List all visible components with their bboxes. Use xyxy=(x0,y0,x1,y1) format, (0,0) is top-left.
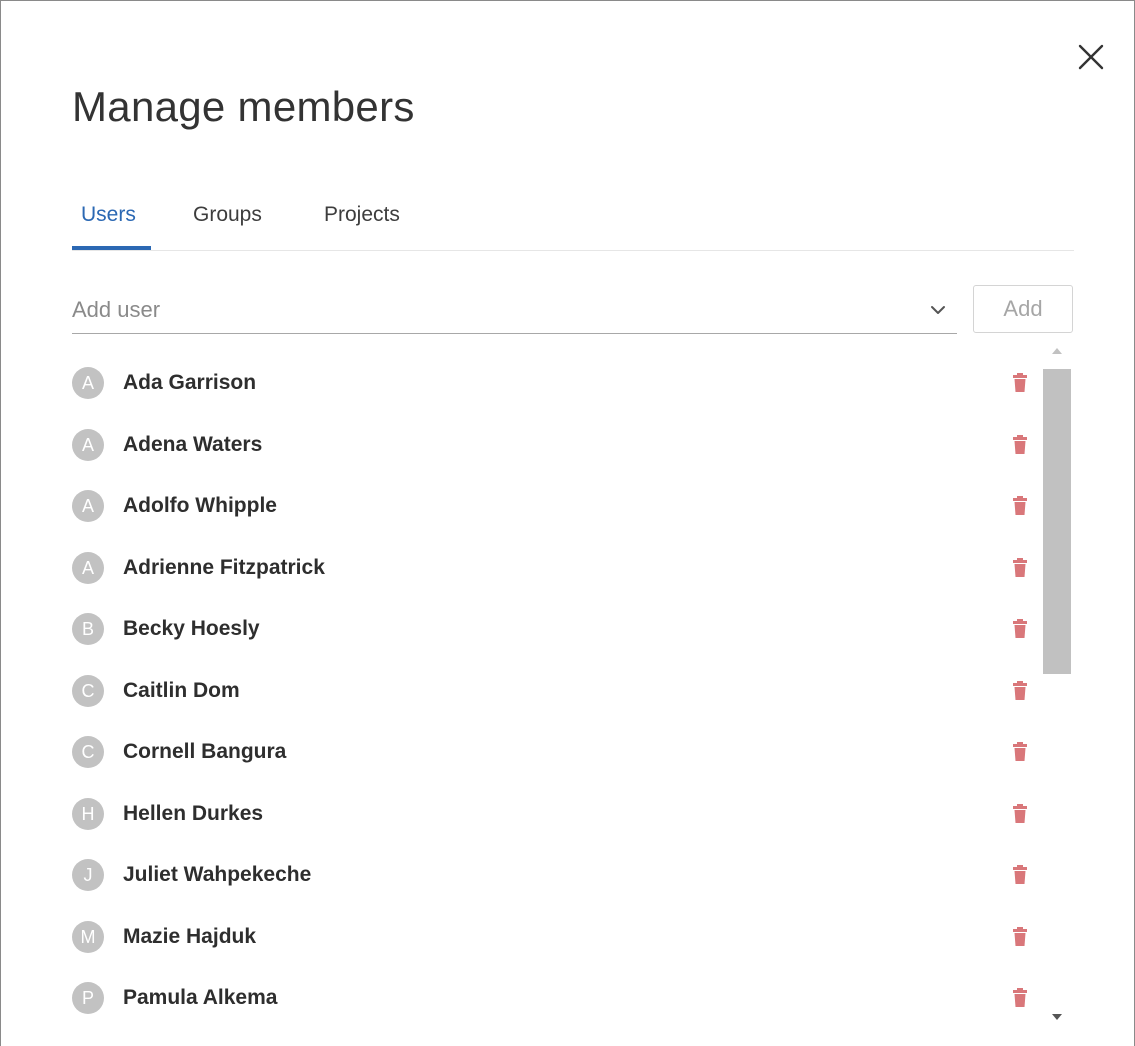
tab-projects-label: Projects xyxy=(324,203,400,226)
member-row: B Becky Hoesly xyxy=(72,597,1040,657)
member-row: J Juliet Wahpekeche xyxy=(72,843,1040,903)
trash-icon[interactable] xyxy=(1011,865,1029,885)
member-name: Cornell Bangura xyxy=(123,740,287,763)
member-name: Caitlin Dom xyxy=(123,678,240,702)
tab-bar: Users Groups Projects xyxy=(72,195,1074,251)
trash-icon[interactable] xyxy=(1011,926,1029,947)
trash-icon[interactable] xyxy=(1011,803,1029,824)
avatar: M xyxy=(72,920,104,953)
tab-groups[interactable]: Groups xyxy=(193,195,262,250)
member-row: A Adena Waters xyxy=(72,413,1040,473)
member-list-scrollbar[interactable] xyxy=(1042,341,1072,1046)
member-row: M Mazie Hajduk xyxy=(72,905,1040,965)
add-user-combobox[interactable] xyxy=(72,284,957,334)
add-user-row: Add xyxy=(72,284,1074,336)
member-row: A Adolfo Whipple xyxy=(72,474,1040,534)
member-row: C Cornell Bangura xyxy=(72,720,1040,780)
member-name: Ada Garrison xyxy=(123,371,257,394)
avatar: A xyxy=(72,490,104,522)
member-list: A Ada Garrison A Adena Waters A Adolfo Whippl… xyxy=(72,351,1040,1046)
add-button[interactable]: Add xyxy=(973,285,1073,333)
trash-icon[interactable] xyxy=(1011,496,1029,516)
member-name: Juliet Wahpekeche xyxy=(123,863,312,886)
trash-icon[interactable] xyxy=(1011,557,1029,578)
scrollbar-thumb[interactable] xyxy=(1043,369,1071,674)
tab-projects[interactable]: Projects xyxy=(324,195,400,250)
avatar: C xyxy=(72,674,104,707)
member-name: Adena Waters xyxy=(123,432,263,456)
chevron-down-icon[interactable] xyxy=(927,302,949,318)
avatar: A xyxy=(72,551,104,584)
member-row: A Adrienne Fitzpatrick xyxy=(72,536,1040,596)
manage-members-dialog: Manage members Users Groups Projects Add… xyxy=(0,0,1135,1046)
avatar: A xyxy=(72,428,104,461)
member-name: Adolfo Whipple xyxy=(123,494,277,517)
avatar: P xyxy=(72,982,104,1014)
tab-users[interactable]: Users xyxy=(72,195,151,250)
member-row: P Pamula Alkema xyxy=(72,966,1040,1026)
dialog-title: Manage members xyxy=(72,83,415,130)
add-user-input[interactable] xyxy=(72,292,892,328)
member-row: A Ada Garrison xyxy=(72,351,1040,411)
member-name: Mazie Hajduk xyxy=(123,924,257,948)
avatar: H xyxy=(72,797,104,830)
avatar: J xyxy=(72,859,104,891)
scroll-up-arrow-icon[interactable] xyxy=(1050,345,1064,357)
close-icon xyxy=(1078,44,1104,70)
member-row: C Caitlin Dom xyxy=(72,659,1040,719)
trash-icon[interactable] xyxy=(1011,988,1029,1008)
member-name: Pamula Alkema xyxy=(123,986,278,1009)
tab-users-label: Users xyxy=(81,203,136,226)
avatar: A xyxy=(72,367,104,399)
trash-icon[interactable] xyxy=(1011,373,1029,393)
trash-icon[interactable] xyxy=(1011,434,1029,455)
trash-icon[interactable] xyxy=(1011,619,1029,639)
trash-icon[interactable] xyxy=(1011,742,1029,762)
avatar: B xyxy=(72,613,104,645)
member-row: H Hellen Durkes xyxy=(72,782,1040,842)
avatar: C xyxy=(72,736,104,768)
trash-icon[interactable] xyxy=(1011,680,1029,701)
tab-groups-label: Groups xyxy=(193,203,262,226)
member-name: Adrienne Fitzpatrick xyxy=(123,555,325,579)
member-name: Becky Hoesly xyxy=(123,617,260,640)
scroll-down-arrow-icon[interactable] xyxy=(1050,1011,1064,1023)
close-button[interactable] xyxy=(1073,39,1109,75)
member-name: Hellen Durkes xyxy=(123,801,264,825)
